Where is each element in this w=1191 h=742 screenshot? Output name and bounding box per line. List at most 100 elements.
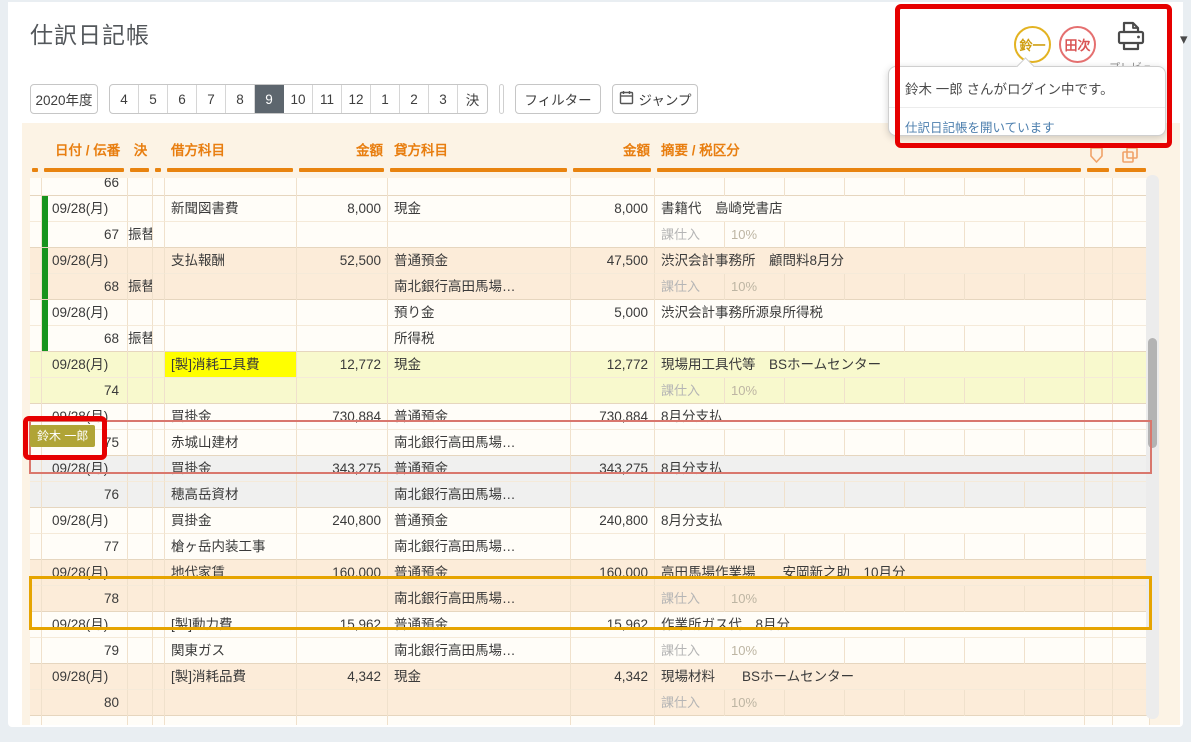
transfer-tag xyxy=(128,690,153,716)
cell-empty xyxy=(297,274,388,300)
tax-cell xyxy=(905,638,965,664)
journal-entry[interactable]: 09/28(月)買掛金240,800普通預金240,8008月分支払77槍ヶ岳内… xyxy=(30,508,1150,560)
month-button-10[interactable]: 10 xyxy=(284,85,313,113)
entry-number: 67 xyxy=(42,222,128,248)
entry-number: 80 xyxy=(42,690,128,716)
summary-text: 8月分支払 xyxy=(655,404,1085,430)
tax-line: 課仕入10% xyxy=(655,378,1085,404)
vertical-scrollbar[interactable] xyxy=(1146,175,1159,719)
cell-empty xyxy=(297,534,388,560)
tax-class: 課仕入 xyxy=(655,378,725,404)
month-button-4[interactable]: 4 xyxy=(110,85,139,113)
transfer-tag: 振替 xyxy=(128,326,153,352)
month-button-9[interactable]: 9 xyxy=(255,85,284,113)
cell-select xyxy=(30,378,42,404)
scrollbar-thumb[interactable] xyxy=(1148,338,1157,448)
journal-entry[interactable]: 09/28(月)[製]動力費15,962普通預金15,962作業所ガス代 8月分… xyxy=(30,612,1150,664)
journal-entry[interactable]: 09/28(月)買掛金730,884普通預金730,8848月分支払75赤城山建… xyxy=(30,404,1150,456)
journal-entry[interactable]: 09/28(月)[製]消耗品費4,342現金4,342現場材料 BSホームセンタ… xyxy=(30,664,1150,716)
chevron-down-icon[interactable]: ▾ xyxy=(1180,30,1188,48)
cell-memo xyxy=(1113,248,1150,274)
cell-tag xyxy=(1085,638,1113,664)
filter-button[interactable]: フィルター xyxy=(515,84,601,114)
entry-date: 09/28(月) xyxy=(42,196,128,222)
tax-rate xyxy=(725,430,785,456)
jump-button[interactable]: ジャンプ xyxy=(612,84,698,114)
cell-memo xyxy=(1113,274,1150,300)
tax-cell xyxy=(965,274,1025,300)
cell-memo xyxy=(1113,326,1150,352)
cell-settle xyxy=(128,612,153,638)
journal-entry[interactable]: 09/28(月)新聞図書費8,000現金8,000書籍代 島崎党書店67振替課仕… xyxy=(30,196,1150,248)
month-button-12[interactable]: 12 xyxy=(342,85,371,113)
entry-number: 79 xyxy=(42,638,128,664)
tax-cell xyxy=(1025,586,1085,612)
cell-tag xyxy=(1085,274,1113,300)
month-button-2[interactable]: 2 xyxy=(400,85,429,113)
cell-select xyxy=(30,248,42,274)
journal-entry[interactable]: 09/28(月)預り金5,000渋沢会計事務所源泉所得税68振替所得税 xyxy=(30,300,1150,352)
entry-line2: 74課仕入10% xyxy=(30,378,1150,404)
summary-text: 現場用工具代等 BSホームセンター xyxy=(655,352,1085,378)
tax-cell xyxy=(905,274,965,300)
tax-cell xyxy=(1025,222,1085,248)
tax-cell xyxy=(1025,482,1085,508)
credit-account: 普通預金 xyxy=(388,456,571,482)
cell-select xyxy=(30,612,42,638)
transfer-tag xyxy=(128,482,153,508)
debit-sub-account xyxy=(165,378,297,404)
tag-icon[interactable] xyxy=(1088,146,1105,169)
cell-select xyxy=(30,482,42,508)
entry-number: 68 xyxy=(42,274,128,300)
tax-class: 課仕入 xyxy=(655,690,725,716)
credit-amount: 160,000 xyxy=(571,560,655,586)
journal-entry[interactable]: 09/28(月)[製]消耗工具費12,772現金12,772現場用工具代等 BS… xyxy=(30,352,1150,404)
cell-spacer xyxy=(153,430,165,456)
tax-cell xyxy=(1025,534,1085,560)
tax-cell xyxy=(845,430,905,456)
entry-line1: 09/28(月)[製]消耗品費4,342現金4,342現場材料 BSホームセンタ… xyxy=(30,664,1150,690)
cell-settle xyxy=(128,456,153,482)
credit-amount: 4,342 xyxy=(571,664,655,690)
month-button-5[interactable]: 5 xyxy=(139,85,168,113)
month-button-11[interactable]: 11 xyxy=(313,85,342,113)
tax-cell xyxy=(905,178,965,196)
fiscal-year-button[interactable]: 2020年度 xyxy=(30,84,98,114)
journal-entry[interactable]: 66 xyxy=(30,178,1150,196)
copy-icon[interactable] xyxy=(1121,146,1139,169)
debit-sub-account: 赤城山建材 xyxy=(165,430,297,456)
credit-account: 普通預金 xyxy=(388,612,571,638)
cell-select xyxy=(30,690,42,716)
cell-select xyxy=(30,274,42,300)
cell-empty xyxy=(297,638,388,664)
month-button-7[interactable]: 7 xyxy=(197,85,226,113)
col-credit-amount: 金額 xyxy=(571,123,655,176)
entry-line2: 77槍ヶ岳内装工事南北銀行高田馬場… xyxy=(30,534,1150,560)
tax-line: 課仕入10% xyxy=(655,274,1085,300)
month-button-8[interactable]: 8 xyxy=(226,85,255,113)
entry-line2: 66 xyxy=(30,178,1150,196)
tax-line xyxy=(655,482,1085,508)
journal-entry[interactable] xyxy=(30,716,1150,725)
debit-account: 新聞図書費 xyxy=(165,196,297,222)
month-button-6[interactable]: 6 xyxy=(168,85,197,113)
summary-text: 作業所ガス代 8月分 xyxy=(655,612,1085,638)
journal-entry[interactable]: 09/28(月)地代家賃160,000普通預金160,000高田馬場作業場 安岡… xyxy=(30,560,1150,612)
month-button-3[interactable]: 3 xyxy=(429,85,458,113)
entry-number: 78 xyxy=(42,586,128,612)
debit-sub-account: 関東ガス xyxy=(165,638,297,664)
cell-spacer xyxy=(153,534,165,560)
cell-empty xyxy=(571,430,655,456)
month-button-決[interactable]: 決 xyxy=(458,85,487,113)
journal-entry[interactable]: 09/28(月)買掛金343,275普通預金343,2758月分支払76穂高岳資… xyxy=(30,456,1150,508)
tax-cell xyxy=(845,534,905,560)
transfer-tag xyxy=(128,586,153,612)
cell-memo xyxy=(1113,508,1150,534)
col-debit-account: 借方科目 xyxy=(165,123,297,176)
month-selector: 456789101112123決 xyxy=(109,84,488,114)
tax-cell xyxy=(905,222,965,248)
table-rows: 6609/28(月)新聞図書費8,000現金8,000書籍代 島崎党書店67振替… xyxy=(30,178,1150,725)
month-button-1[interactable]: 1 xyxy=(371,85,400,113)
tax-rate: 10% xyxy=(725,274,785,300)
journal-entry[interactable]: 09/28(月)支払報酬52,500普通預金47,500渋沢会計事務所 顧問料8… xyxy=(30,248,1150,300)
